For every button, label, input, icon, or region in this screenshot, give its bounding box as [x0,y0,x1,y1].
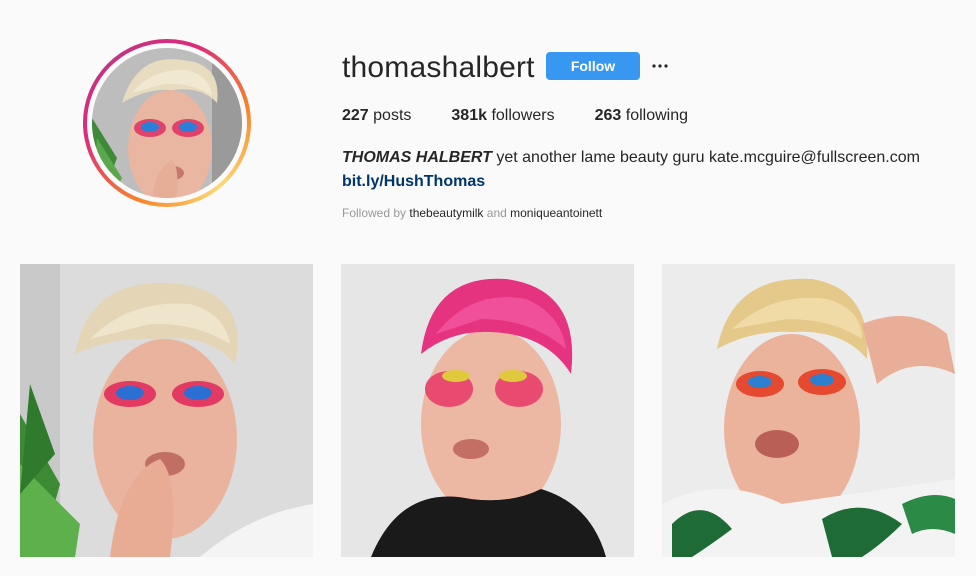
post-thumbnail-2[interactable] [341,264,634,557]
profile-stats: 227 posts 381k followers 263 following [342,106,728,126]
avatar-photo [92,48,242,198]
bio-text: yet another lame beauty guru kate.mcguir… [491,149,920,166]
profile-bio: THOMAS HALBERT yet another lame beauty g… [342,146,962,194]
avatar-ring-gap [87,43,247,203]
followed-by-joiner: and [486,206,507,220]
following-stat[interactable]: 263 following [595,106,688,126]
followed-by-account-2[interactable]: moniqueantoinett [510,206,602,220]
posts-stat: 227 posts [342,106,411,126]
post-thumbnail-1[interactable] [20,264,313,557]
posts-label: posts [373,107,412,124]
bio-line: THOMAS HALBERT yet another lame beauty g… [342,146,962,170]
followers-stat[interactable]: 381k followers [451,106,554,126]
followed-by: Followed by thebeautymilk and moniqueant… [342,205,602,221]
post-photo [662,264,955,557]
posts-count: 227 [342,107,369,124]
post-photo [341,264,634,557]
followers-count: 381k [451,107,487,124]
followers-label: followers [491,107,555,124]
profile-avatar[interactable] [92,48,242,198]
post-thumbnail-3[interactable] [662,264,955,557]
following-label: following [625,107,689,124]
profile-avatar-story-ring[interactable] [83,39,251,207]
followed-by-prefix: Followed by [342,206,407,220]
followed-by-account-1[interactable]: thebeautymilk [409,206,483,220]
more-horizontal-icon[interactable] [650,56,670,76]
profile-username: thomashalbert [342,51,535,84]
follow-button[interactable]: Follow [546,52,640,80]
bio-link[interactable]: bit.ly/HushThomas [342,170,485,194]
following-count: 263 [594,107,622,124]
post-photo [20,264,313,557]
profile-full-name: THOMAS HALBERT [342,149,492,166]
